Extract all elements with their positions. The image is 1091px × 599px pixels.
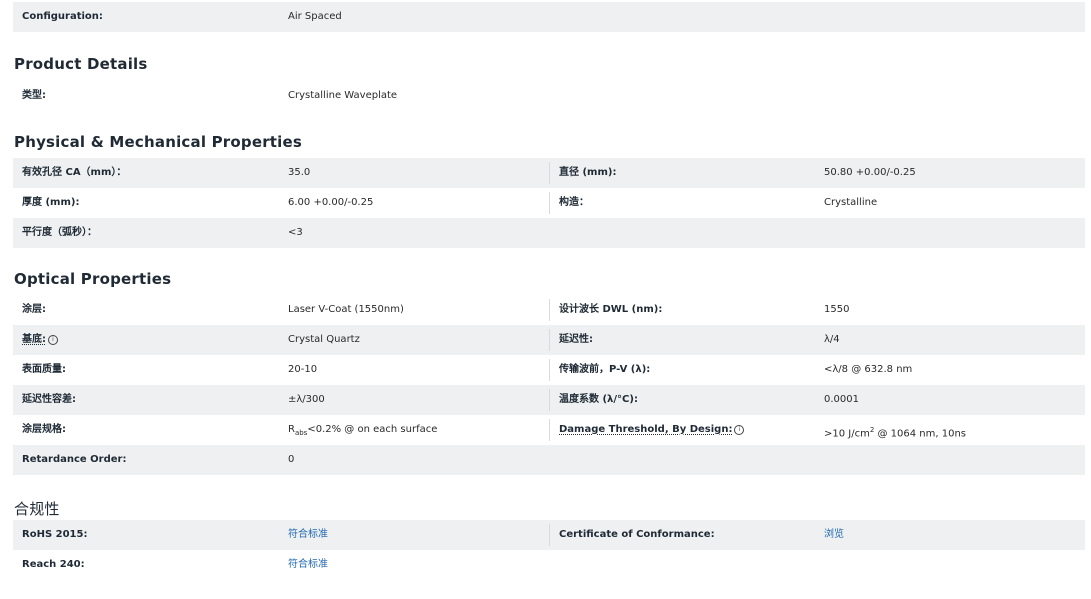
damage-threshold-label-text: Damage Threshold, By Design:	[559, 424, 733, 435]
table-row: 平行度（弧秒）： <3	[13, 218, 1085, 248]
product-details-table: 类型: Crystalline Waveplate	[13, 81, 1085, 111]
substrate-value: Crystal Quartz	[288, 334, 360, 345]
product-details-title: Product Details	[14, 55, 148, 73]
column-divider	[549, 162, 550, 184]
damage-threshold-pre: >10 J/cm	[824, 428, 870, 440]
temperature-coefficient-value: 0.0001	[824, 394, 859, 405]
table-row: 涂层规格: Rabs<0.2% @ on each surface Damage…	[13, 415, 1085, 445]
table-row: Configuration: Air Spaced	[13, 2, 1085, 32]
rohs-link[interactable]: 符合标准	[288, 520, 328, 550]
config-label: Configuration:	[22, 11, 103, 22]
coating-spec-value: Rabs<0.2% @ on each surface	[288, 415, 437, 445]
type-label: 类型:	[22, 90, 46, 101]
thickness-value: 6.00 +0.00/-0.25	[288, 197, 374, 208]
table-row: 涂层: Laser V-Coat (1550nm) 设计波长 DWL (nm):…	[13, 295, 1085, 325]
coating-spec-r: R	[288, 424, 295, 435]
table-row: RoHS 2015: 符合标准 Certificate of Conforman…	[13, 520, 1085, 550]
column-divider	[549, 192, 550, 214]
parallelism-value: <3	[288, 227, 303, 238]
coating-label: 涂层:	[22, 304, 46, 315]
column-divider	[549, 299, 550, 321]
parallelism-label: 平行度（弧秒）：	[22, 227, 97, 238]
column-divider	[549, 524, 550, 546]
column-divider	[549, 419, 550, 441]
optical-properties-table: 涂层: Laser V-Coat (1550nm) 设计波长 DWL (nm):…	[13, 295, 1085, 475]
design-wavelength-label: 设计波长 DWL (nm):	[559, 304, 663, 315]
surface-quality-label: 表面质量:	[22, 364, 66, 375]
thickness-label: 厚度 (mm):	[22, 197, 80, 208]
physical-properties-title: Physical & Mechanical Properties	[14, 133, 303, 151]
column-divider	[549, 329, 550, 351]
retardation-value: λ/4	[824, 334, 840, 345]
column-divider	[549, 359, 550, 381]
coating-value: Laser V-Coat (1550nm)	[288, 304, 404, 315]
spec-page: Configuration: Air Spaced Product Detail…	[0, 0, 1091, 599]
config-value: Air Spaced	[288, 11, 342, 22]
info-icon[interactable]: i	[734, 425, 745, 435]
table-row: 有效孔径 CA（mm）： 35.0 直径 (mm): 50.80 +0.00/-…	[13, 158, 1085, 188]
damage-threshold-label[interactable]: Damage Threshold, By Design: i	[559, 415, 745, 445]
table-row: 厚度 (mm): 6.00 +0.00/-0.25 构造： Crystallin…	[13, 188, 1085, 218]
diameter-value: 50.80 +0.00/-0.25	[824, 167, 916, 178]
configuration-table: Configuration: Air Spaced	[13, 2, 1085, 32]
info-icon[interactable]: i	[48, 335, 58, 345]
design-wavelength-value: 1550	[824, 304, 850, 315]
substrate-label-text: 基底:	[22, 334, 46, 345]
damage-threshold-value: >10 J/cm2 @ 1064 nm, 10ns	[824, 415, 966, 445]
retardation-label: 延迟性:	[559, 334, 593, 345]
column-divider	[549, 389, 550, 411]
transmitted-wavefront-label: 传输波前，P-V (λ):	[559, 364, 651, 375]
retardance-order-value: 0	[288, 454, 295, 465]
reach-label: Reach 240:	[22, 559, 85, 570]
clear-aperture-label: 有效孔径 CA（mm）：	[22, 167, 127, 178]
coating-spec-label: 涂层规格:	[22, 424, 66, 435]
rohs-label: RoHS 2015:	[22, 529, 88, 540]
type-value: Crystalline Waveplate	[288, 90, 398, 101]
table-row: Reach 240: 符合标准	[13, 550, 1085, 580]
diameter-label: 直径 (mm):	[559, 167, 617, 178]
transmitted-wavefront-value: <λ/8 @ 632.8 nm	[824, 364, 913, 375]
physical-properties-table: 有效孔径 CA（mm）： 35.0 直径 (mm): 50.80 +0.00/-…	[13, 158, 1085, 248]
coating-spec-sub: abs	[294, 429, 308, 437]
compliance-table: RoHS 2015: 符合标准 Certificate of Conforman…	[13, 520, 1085, 580]
table-row: 类型: Crystalline Waveplate	[13, 81, 1085, 111]
damage-threshold-rest: @ 1064 nm, 10ns	[874, 428, 967, 440]
retardation-tolerance-label: 延迟性容差:	[22, 394, 76, 405]
construction-value: Crystalline	[824, 197, 878, 208]
certificate-view-link[interactable]: 浏览	[824, 520, 844, 550]
reach-link[interactable]: 符合标准	[288, 550, 328, 580]
table-row: Retardance Order: 0	[13, 445, 1085, 475]
construction-label: 构造：	[559, 197, 589, 208]
retardation-tolerance-value: ±λ/300	[288, 394, 325, 405]
clear-aperture-value: 35.0	[288, 167, 311, 178]
temperature-coefficient-label: 温度系数 (λ/°C):	[559, 394, 638, 405]
table-row: 延迟性容差: ±λ/300 温度系数 (λ/°C): 0.0001	[13, 385, 1085, 415]
optical-properties-title: Optical Properties	[14, 270, 172, 288]
substrate-label[interactable]: 基底: i	[22, 325, 58, 355]
table-row: 表面质量: 20-10 传输波前，P-V (λ): <λ/8 @ 632.8 n…	[13, 355, 1085, 385]
certificate-label: Certificate of Conformance:	[559, 529, 715, 540]
coating-spec-rest: <0.2% @ on each surface	[307, 424, 438, 435]
compliance-title: 合规性	[14, 500, 60, 518]
retardance-order-label: Retardance Order:	[22, 454, 127, 465]
surface-quality-value: 20-10	[288, 364, 318, 375]
table-row: 基底: i Crystal Quartz 延迟性: λ/4	[13, 325, 1085, 355]
